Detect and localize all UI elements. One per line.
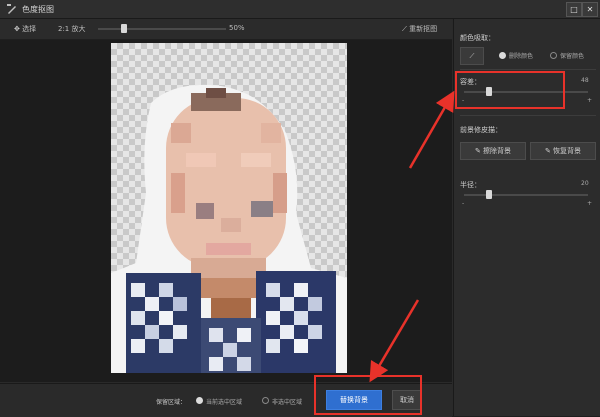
canvas-area[interactable] [0, 40, 452, 382]
radius-label: 半径： [460, 181, 481, 189]
toolbar: ✥ 选择 2:1 放大 50% ⟋ 重新抠图 [0, 19, 452, 40]
zoom-slider-knob[interactable] [120, 24, 127, 33]
face-region [166, 88, 287, 278]
zoom-ratio-button[interactable]: 2:1 放大 [58, 24, 86, 34]
pixelated-photo [111, 84, 347, 373]
delete-color-label: 删除颜色 [509, 53, 534, 60]
restore-background-label: 恢复背景 [553, 147, 582, 155]
image-preview[interactable] [111, 43, 347, 373]
keep-area-label: 保留区域： [156, 399, 187, 406]
zoom-slider-track[interactable] [98, 28, 226, 30]
brush-icon: ✎ [544, 147, 551, 155]
close-button[interactable]: ✕ [582, 2, 598, 17]
move-icon: ✥ [14, 25, 20, 33]
eyedropper-button[interactable]: ⟋ [460, 47, 484, 65]
radius-min-mark: - [462, 200, 465, 207]
color-pick-label: 颜色吸取： [460, 34, 495, 42]
keep-color-label: 保留颜色 [560, 53, 585, 60]
divider [460, 69, 596, 70]
maximize-button[interactable]: □ [566, 2, 582, 17]
current-selection-label: 当前选中区域 [206, 399, 243, 406]
radius-slider-track[interactable] [464, 194, 588, 196]
non-selection-label: 非选中区域 [272, 399, 303, 406]
tolerance-max-mark: + [587, 97, 593, 104]
select-label: 选择 [22, 25, 37, 33]
reset-label: 重新抠图 [409, 25, 438, 33]
current-selection-radio[interactable] [196, 397, 203, 404]
non-selection-radio[interactable] [262, 397, 269, 404]
erase-background-label: 擦除背景 [483, 147, 512, 155]
erase-background-button[interactable]: ✎ 擦除背景 [460, 142, 526, 160]
zoom-value: 50% [229, 24, 245, 32]
tolerance-value: 48 [581, 77, 589, 84]
reset-cutout-button[interactable]: ⟋ 重新抠图 [402, 24, 437, 34]
brush-label: 前景修皮描： [460, 126, 502, 134]
chroma-key-dialog: 色度抠图 □ ✕ ✥ 选择 2:1 放大 50% ⟋ 重新抠图 颜色吸取： ⟋ … [0, 0, 600, 417]
radius-value: 20 [581, 180, 589, 187]
delete-color-radio[interactable] [499, 52, 506, 59]
confirm-highlight-box [314, 375, 422, 415]
app-icon [7, 4, 16, 14]
eyedropper-icon: ⟋ [469, 52, 475, 60]
keep-color-radio[interactable] [550, 52, 557, 59]
divider [460, 115, 596, 116]
window-title: 色度抠图 [22, 5, 54, 14]
radius-slider-knob[interactable] [485, 190, 492, 199]
title-bar: 色度抠图 □ ✕ [0, 0, 600, 19]
select-tool[interactable]: ✥ 选择 [14, 24, 36, 34]
radius-max-mark: + [587, 200, 593, 207]
brush-icon: ✎ [474, 147, 481, 155]
magic-wand-icon: ⟋ [402, 25, 407, 33]
tolerance-highlight-box [455, 71, 565, 109]
restore-background-button[interactable]: ✎ 恢复背景 [530, 142, 596, 160]
